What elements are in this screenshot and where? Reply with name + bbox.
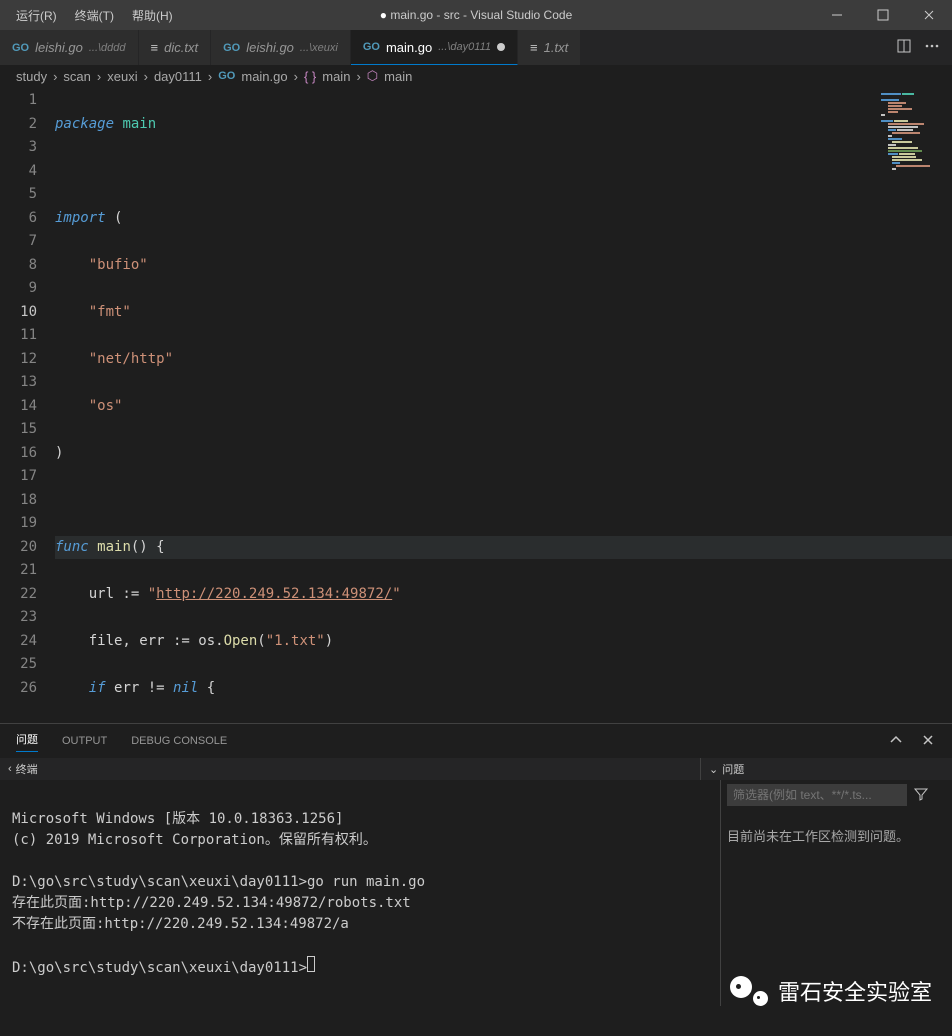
problems-header[interactable]: ⌄ 问题 (700, 758, 952, 780)
tab-leishi-dddd[interactable]: GO leishi.go ...\dddd (0, 30, 139, 65)
text-file-icon: ≡ (151, 40, 159, 55)
panel-tab-debug[interactable]: DEBUG CONSOLE (131, 735, 227, 747)
terminal[interactable]: Microsoft Windows [版本 10.0.18363.1256] (… (0, 780, 720, 1006)
chevron-right-icon: › (208, 69, 212, 84)
menu-help[interactable]: 帮助(H) (124, 3, 181, 28)
titlebar: 运行(R) 终端(T) 帮助(H) ● main.go - src - Visu… (0, 0, 952, 30)
tab-label: dic.txt (164, 40, 198, 55)
tab-label: 1.txt (544, 40, 569, 55)
breadcrumbs[interactable]: study › scan › xeuxi › day0111 › GO main… (0, 65, 952, 87)
wechat-icon (730, 972, 768, 1010)
tab-descr: ...\dddd (89, 42, 126, 54)
editor[interactable]: 12345 678910 1112131415 1617181920 21222… (0, 87, 952, 723)
chevron-up-icon[interactable] (888, 732, 904, 751)
tab-1-txt[interactable]: ≡ 1.txt (518, 30, 581, 65)
close-panel-icon[interactable] (920, 732, 936, 751)
tab-leishi-xeuxi[interactable]: GO leishi.go ...\xeuxi (211, 30, 351, 65)
code-area[interactable]: package main import ( "bufio" "fmt" "net… (55, 87, 952, 723)
close-button[interactable] (906, 0, 952, 30)
chevron-right-icon: › (294, 69, 298, 84)
go-icon: GO (218, 70, 235, 82)
tab-descr: ...\xeuxi (300, 42, 338, 54)
tab-main-go[interactable]: GO main.go ...\day0111 (351, 30, 518, 65)
breadcrumb-item[interactable]: xeuxi (107, 69, 137, 84)
chevron-right-icon: › (53, 69, 57, 84)
problems-header-label: 问题 (722, 761, 744, 777)
menubar: 运行(R) 终端(T) 帮助(H) (8, 3, 181, 28)
go-icon: GO (363, 41, 380, 53)
terminal-header-label: 终端 (16, 761, 38, 777)
breadcrumb-item[interactable]: scan (63, 69, 90, 84)
breadcrumb-pkg[interactable]: main (322, 69, 350, 84)
maximize-button[interactable] (860, 0, 906, 30)
modified-indicator-icon (497, 43, 505, 51)
split-header: ‹ 终端 ⌄ 问题 (0, 758, 952, 780)
breadcrumb-file[interactable]: main.go (241, 69, 287, 84)
go-icon: GO (12, 42, 29, 54)
breadcrumb-item[interactable]: day0111 (154, 69, 202, 84)
minimize-button[interactable] (814, 0, 860, 30)
menu-terminal[interactable]: 终端(T) (67, 3, 122, 28)
go-icon: GO (223, 42, 240, 54)
filter-icon[interactable] (913, 786, 929, 805)
split-editor-icon[interactable] (896, 38, 912, 57)
tab-dic-txt[interactable]: ≡ dic.txt (139, 30, 212, 65)
chevron-right-icon: › (144, 69, 148, 84)
cube-icon: ⬡ (367, 68, 378, 84)
terminal-header[interactable]: ‹ 终端 (0, 758, 700, 780)
chevron-left-icon: ‹ (8, 763, 12, 775)
minimap[interactable] (879, 91, 944, 201)
chevron-right-icon: › (356, 69, 360, 84)
tab-label: main.go (386, 40, 432, 55)
braces-icon: { } (304, 69, 316, 84)
tab-descr: ...\day0111 (438, 41, 491, 53)
editor-tabs: GO leishi.go ...\dddd ≡ dic.txt GO leish… (0, 30, 952, 65)
tab-label: leishi.go (246, 40, 294, 55)
problems-filter-input[interactable] (727, 784, 907, 806)
panel-tabs: 问题 OUTPUT DEBUG CONSOLE (0, 723, 952, 758)
more-actions-icon[interactable] (924, 38, 940, 57)
chevron-down-icon: ⌄ (709, 763, 718, 776)
problems-empty-text: 目前尚未在工作区检测到问题。 (727, 826, 946, 845)
panel-tab-output[interactable]: OUTPUT (62, 735, 107, 747)
breadcrumb-item[interactable]: study (16, 69, 47, 84)
tab-label: leishi.go (35, 40, 83, 55)
menu-run[interactable]: 运行(R) (8, 3, 65, 28)
panel-tab-problems[interactable]: 问题 (16, 731, 38, 752)
watermark-text: 雷石安全实验室 (778, 975, 932, 1007)
watermark: 雷石安全实验室 (730, 972, 932, 1010)
window-title: ● main.go - src - Visual Studio Code (380, 8, 572, 22)
breadcrumb-fn[interactable]: main (384, 69, 412, 84)
terminal-cursor-icon (307, 956, 315, 972)
chevron-right-icon: › (97, 69, 101, 84)
text-file-icon: ≡ (530, 40, 538, 55)
window-controls (814, 0, 952, 30)
line-gutter: 12345 678910 1112131415 1617181920 21222… (0, 87, 55, 723)
